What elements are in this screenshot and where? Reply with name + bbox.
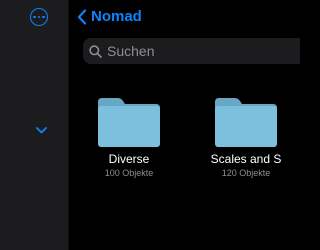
folder-name: Diverse — [108, 152, 150, 166]
ellipsis-circle-icon[interactable] — [30, 8, 48, 26]
search-field[interactable]: Suchen — [83, 38, 300, 64]
folder-item-count: 120 Objekte — [221, 168, 271, 178]
folder-item-count: 100 Objekte — [104, 168, 154, 178]
back-button[interactable]: Nomad — [77, 8, 142, 25]
folder-item[interactable]: Scales and S 120 Objekte — [181, 96, 300, 178]
folder-name: Scales and S — [210, 152, 282, 166]
more-dot — [42, 15, 45, 19]
back-button-label: Nomad — [91, 8, 142, 25]
more-dot — [37, 15, 41, 19]
folder-item[interactable]: Diverse 100 Objekte — [64, 96, 194, 178]
more-dot — [33, 15, 36, 19]
folder-icon — [98, 98, 160, 147]
chevron-down-icon[interactable] — [36, 127, 47, 134]
magnifying-glass-icon — [89, 44, 102, 58]
chevron-left-icon — [77, 8, 87, 25]
sidebar — [0, 0, 69, 250]
main-content: Nomad Suchen Diverse 100 Objekte Scales … — [69, 0, 300, 250]
app-window: Nomad Suchen Diverse 100 Objekte Scales … — [0, 0, 300, 250]
folder-icon — [215, 98, 277, 147]
search-placeholder: Suchen — [107, 43, 155, 59]
